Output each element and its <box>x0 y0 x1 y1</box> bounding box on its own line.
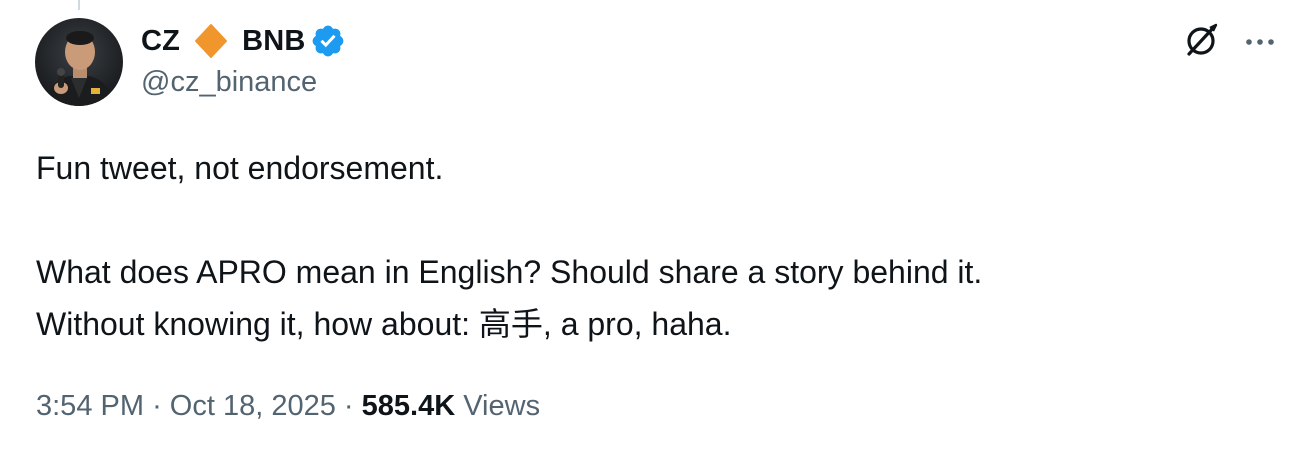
tweet-line: Fun tweet, not endorsement. <box>36 150 444 186</box>
orange-diamond-icon <box>192 22 230 60</box>
views-label[interactable]: Views <box>463 390 540 422</box>
tweet-date[interactable]: Oct 18, 2025 <box>170 390 336 422</box>
tweet-line: Without knowing it, how about: 高手, a pro… <box>36 306 732 342</box>
verified-badge-icon[interactable] <box>310 23 346 59</box>
thread-connector-line <box>78 0 80 10</box>
grok-icon[interactable] <box>1180 20 1222 62</box>
tweet-line: What does APRO mean in English? Should s… <box>36 254 983 290</box>
tweet-meta: 3:54 PM · Oct 18, 2025 · 585.4K Views <box>36 390 540 423</box>
display-name-right[interactable]: BNB <box>242 25 305 58</box>
avatar-photo <box>35 18 123 106</box>
avatar[interactable] <box>35 18 123 106</box>
display-name-left[interactable]: CZ <box>141 25 180 58</box>
views-count[interactable]: 585.4K <box>362 390 456 422</box>
tweet-text: Fun tweet, not endorsement. What does AP… <box>36 142 1276 350</box>
tweet-time[interactable]: 3:54 PM <box>36 390 144 422</box>
author-handle[interactable]: @cz_binance <box>141 66 317 99</box>
author-name-row: CZ BNB <box>141 22 346 60</box>
more-options-icon[interactable] <box>1240 22 1280 62</box>
meta-separator: · <box>343 390 354 422</box>
meta-separator: · <box>152 390 162 422</box>
